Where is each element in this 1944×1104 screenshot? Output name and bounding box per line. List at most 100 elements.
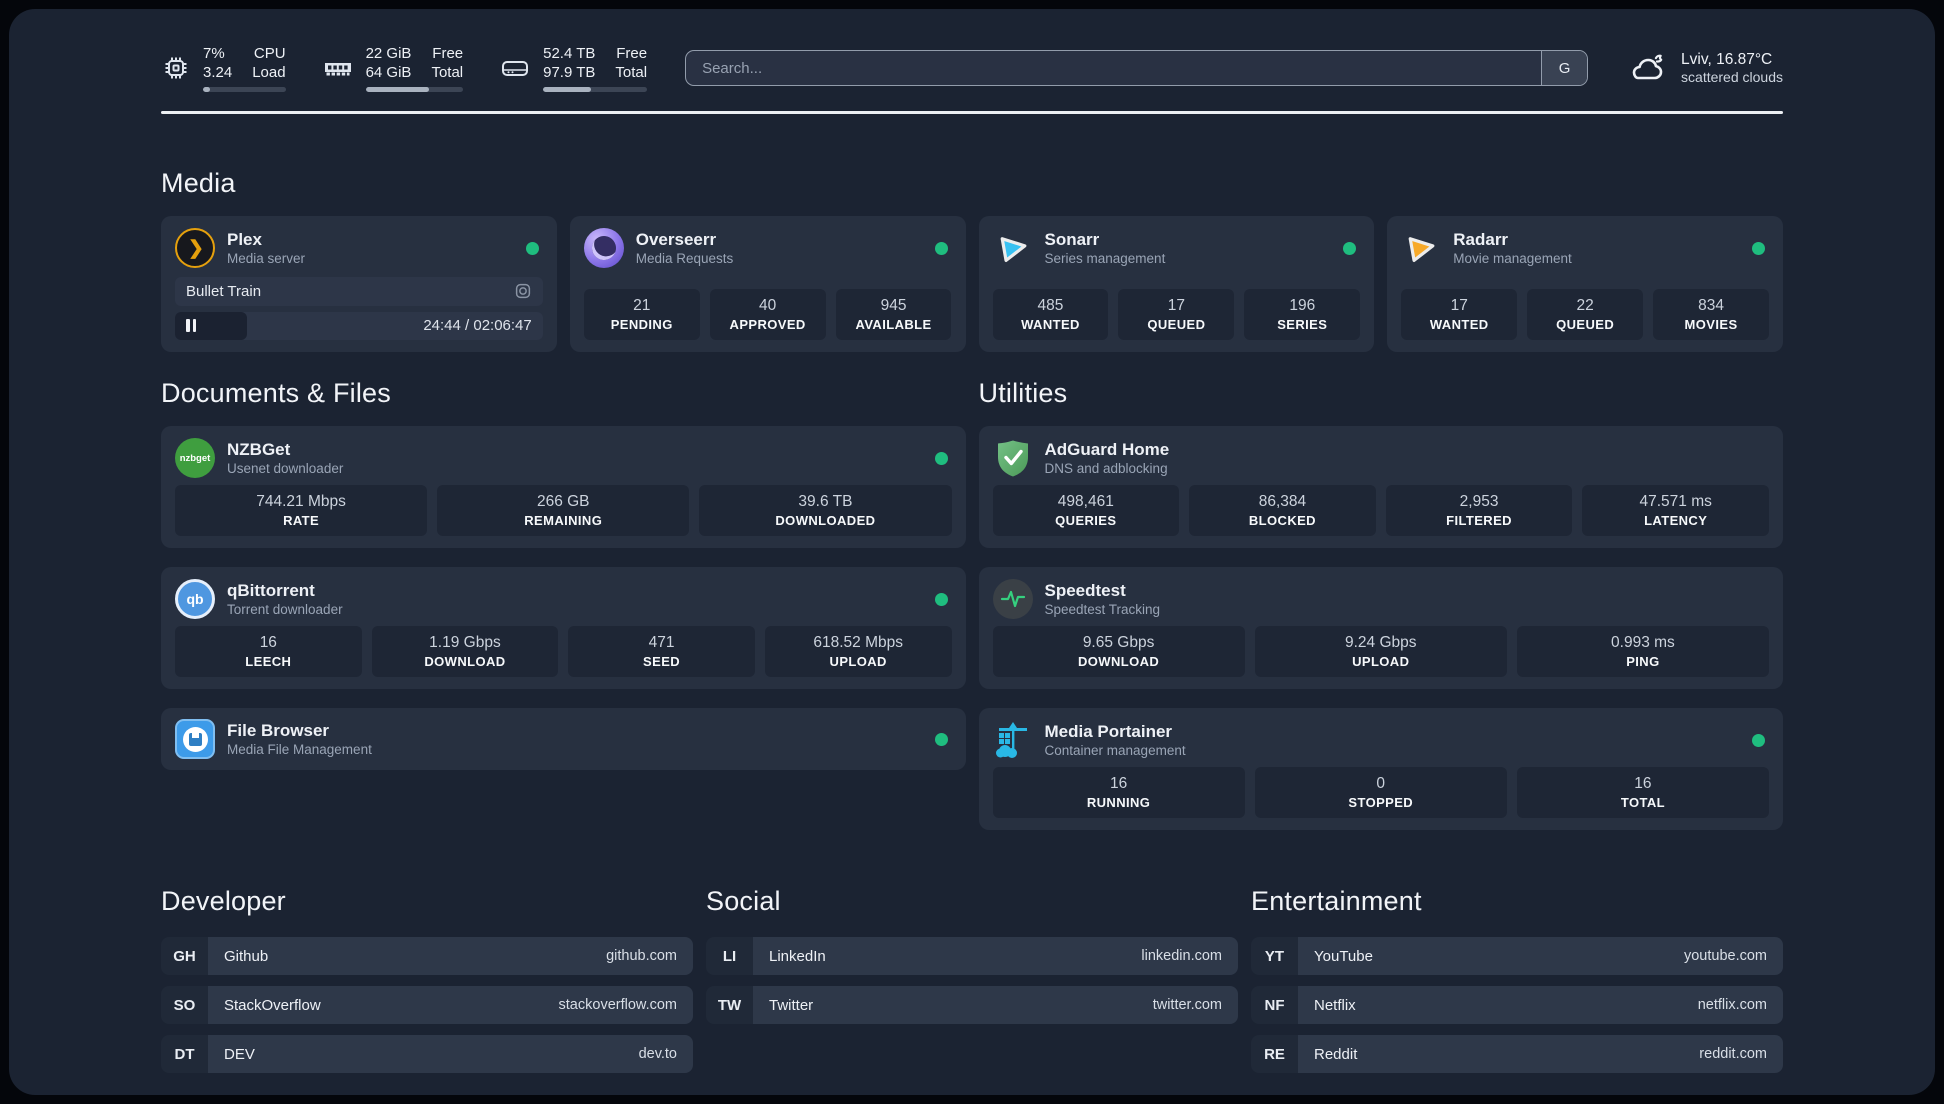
search-engine-button[interactable]: G	[1541, 51, 1588, 85]
stat-stopped: 0 STOPPED	[1254, 767, 1507, 818]
disk-total-label: Total	[615, 64, 648, 81]
playback-time: 24:44 / 02:06:47	[423, 317, 532, 335]
top-bar: 7% 3.24 CPU Load 22 GiB 64 GiB Free Tota…	[161, 37, 1783, 99]
stat-series: 196 SERIES	[1244, 289, 1361, 340]
stat-queued: 17 QUEUED	[1118, 289, 1235, 340]
link-name: Netflix	[1314, 996, 1356, 1014]
disk-icon	[499, 53, 531, 83]
pause-icon[interactable]	[186, 319, 196, 333]
nzbget-icon: nzbget	[175, 438, 215, 478]
link-row-twitter[interactable]: TW Twitter twitter.com	[706, 986, 1238, 1024]
app-card-sonarr[interactable]: Sonarr Series management 485 WANTED 17 QUE…	[978, 216, 1375, 352]
section-title-media: Media	[161, 168, 236, 198]
section-title-entertainment: Entertainment	[1251, 886, 1422, 916]
sonarr-icon	[993, 228, 1033, 268]
link-row-stackoverflow[interactable]: SO StackOverflow stackoverflow.com	[161, 986, 693, 1024]
link-row-dev[interactable]: DT DEV dev.to	[161, 1035, 693, 1073]
app-subtitle: DNS and adblocking	[1044, 461, 1168, 476]
link-row-youtube[interactable]: YT YouTube youtube.com	[1251, 937, 1783, 975]
link-row-reddit[interactable]: RE Reddit reddit.com	[1251, 1035, 1783, 1073]
stat-blocked: 86,384 BLOCKED	[1189, 485, 1376, 536]
app-card-speedtest[interactable]: Speedtest Speedtest Tracking 9.65 Gbps DO…	[978, 567, 1783, 689]
app-card-portainer[interactable]: Media Portainer Container management 16 R…	[978, 708, 1783, 830]
memory-stat-widget: 22 GiB 64 GiB Free Total	[322, 44, 464, 92]
link-row-github[interactable]: GH Github github.com	[161, 937, 693, 975]
stat-queued: 22 QUEUED	[1527, 289, 1644, 340]
stat-running: 16 RUNNING	[992, 767, 1245, 818]
app-subtitle: Container management	[1044, 743, 1186, 758]
screen: 7% 3.24 CPU Load 22 GiB 64 GiB Free Tota…	[0, 0, 1944, 1104]
app-name: File Browser	[227, 721, 330, 740]
app-subtitle: Torrent downloader	[227, 602, 343, 617]
app-subtitle: Speedtest Tracking	[1044, 602, 1161, 617]
link-row-netflix[interactable]: NF Netflix netflix.com	[1251, 986, 1783, 1024]
plex-icon: ❯	[175, 228, 215, 268]
app-card-overseerr[interactable]: Overseerr Media Requests 21 PENDING 40 APP…	[569, 216, 966, 352]
app-subtitle: Usenet downloader	[227, 461, 344, 476]
adguard-icon	[993, 438, 1033, 478]
stat-wanted: 485 WANTED	[992, 289, 1109, 340]
app-card-qbittorrent[interactable]: qb qBittorrent Torrent downloader 16 LEEC…	[161, 567, 966, 689]
cpu-icon	[161, 53, 191, 83]
app-name: Plex	[227, 230, 262, 249]
app-name: Radarr	[1453, 230, 1509, 249]
filebrowser-icon	[175, 719, 215, 759]
playback-progress-bar[interactable]: 24:44 / 02:06:47	[175, 311, 543, 340]
weather-location-temp: Lviv, 16.87°C	[1681, 51, 1773, 68]
status-dot	[934, 732, 948, 746]
app-name: Media Portainer	[1044, 722, 1173, 741]
memory-free-label: Free	[432, 45, 464, 62]
cpu-load-value: 3.24	[203, 64, 233, 81]
link-tag: DT	[161, 1035, 208, 1073]
link-url: stackoverflow.com	[558, 997, 677, 1013]
memory-total-value: 64 GiB	[365, 64, 412, 81]
link-tag: NF	[1251, 986, 1298, 1024]
disk-progress-bar	[543, 87, 648, 92]
weather-condition: scattered clouds	[1681, 69, 1783, 85]
social-links: Social LI LinkedIn linkedin.com TW Twitt…	[706, 886, 1238, 1024]
status-dot	[1752, 241, 1765, 255]
system-stats: 7% 3.24 CPU Load 22 GiB 64 GiB Free Tota…	[161, 44, 648, 92]
status-dot	[934, 592, 948, 606]
overseerr-icon	[583, 228, 624, 268]
disk-stat-widget: 52.4 TB 97.9 TB Free Total	[499, 44, 648, 92]
qbittorrent-icon: qb	[175, 579, 215, 619]
stat-wanted: 17 WANTED	[1401, 289, 1518, 340]
search-input[interactable]	[686, 51, 1542, 85]
app-subtitle: Series management	[1044, 251, 1166, 266]
link-url: reddit.com	[1699, 1046, 1767, 1062]
app-card-plex[interactable]: ❯ Plex Media server Bullet Train 24:44 /…	[161, 216, 557, 352]
developer-links: Developer GH Github github.com SO StackO…	[161, 886, 693, 1073]
cpu-load-label: Load	[252, 64, 286, 81]
app-card-nzbget[interactable]: nzbget NZBGet Usenet downloader 744.21 M…	[161, 426, 966, 548]
section-title-utilities: Utilities	[978, 378, 1068, 408]
link-name: LinkedIn	[769, 947, 826, 965]
weather-widget[interactable]: Lviv, 16.87°C scattered clouds	[1626, 51, 1783, 85]
link-tag: SO	[161, 986, 208, 1024]
app-card-filebrowser[interactable]: File Browser Media File Management	[161, 708, 966, 770]
stat-movies: 834 MOVIES	[1653, 289, 1769, 340]
app-name: Speedtest	[1044, 581, 1126, 600]
link-row-linkedin[interactable]: LI LinkedIn linkedin.com	[706, 937, 1238, 975]
stat-download: 1.19 Gbps DOWNLOAD	[371, 626, 559, 677]
cloud-icon	[1626, 52, 1668, 84]
memory-progress-bar	[365, 87, 464, 92]
now-playing-row: Bullet Train	[175, 277, 543, 306]
stat-remaining: 266 GB REMAINING	[437, 485, 690, 536]
link-url: netflix.com	[1697, 997, 1767, 1013]
app-card-radarr[interactable]: Radarr Movie management 17 WANTED 22 QUEUE…	[1387, 216, 1783, 352]
app-name: Overseerr	[635, 230, 717, 249]
radarr-icon	[1401, 228, 1441, 268]
portainer-icon	[993, 720, 1033, 760]
media-settings-icon[interactable]	[514, 282, 532, 300]
status-dot	[934, 241, 948, 255]
section-title-developer: Developer	[161, 886, 286, 916]
link-name: StackOverflow	[224, 996, 321, 1014]
stat-upload: 9.24 Gbps UPLOAD	[1254, 626, 1507, 677]
section-title-documents: Documents & Files	[161, 378, 391, 408]
link-tag: LI	[706, 937, 753, 975]
app-subtitle: Media server	[227, 251, 306, 266]
memory-free-value: 22 GiB	[365, 45, 412, 62]
app-card-adguard[interactable]: AdGuard Home DNS and adblocking 498,461 Q…	[978, 426, 1783, 548]
cpu-usage-label: CPU	[253, 45, 286, 62]
